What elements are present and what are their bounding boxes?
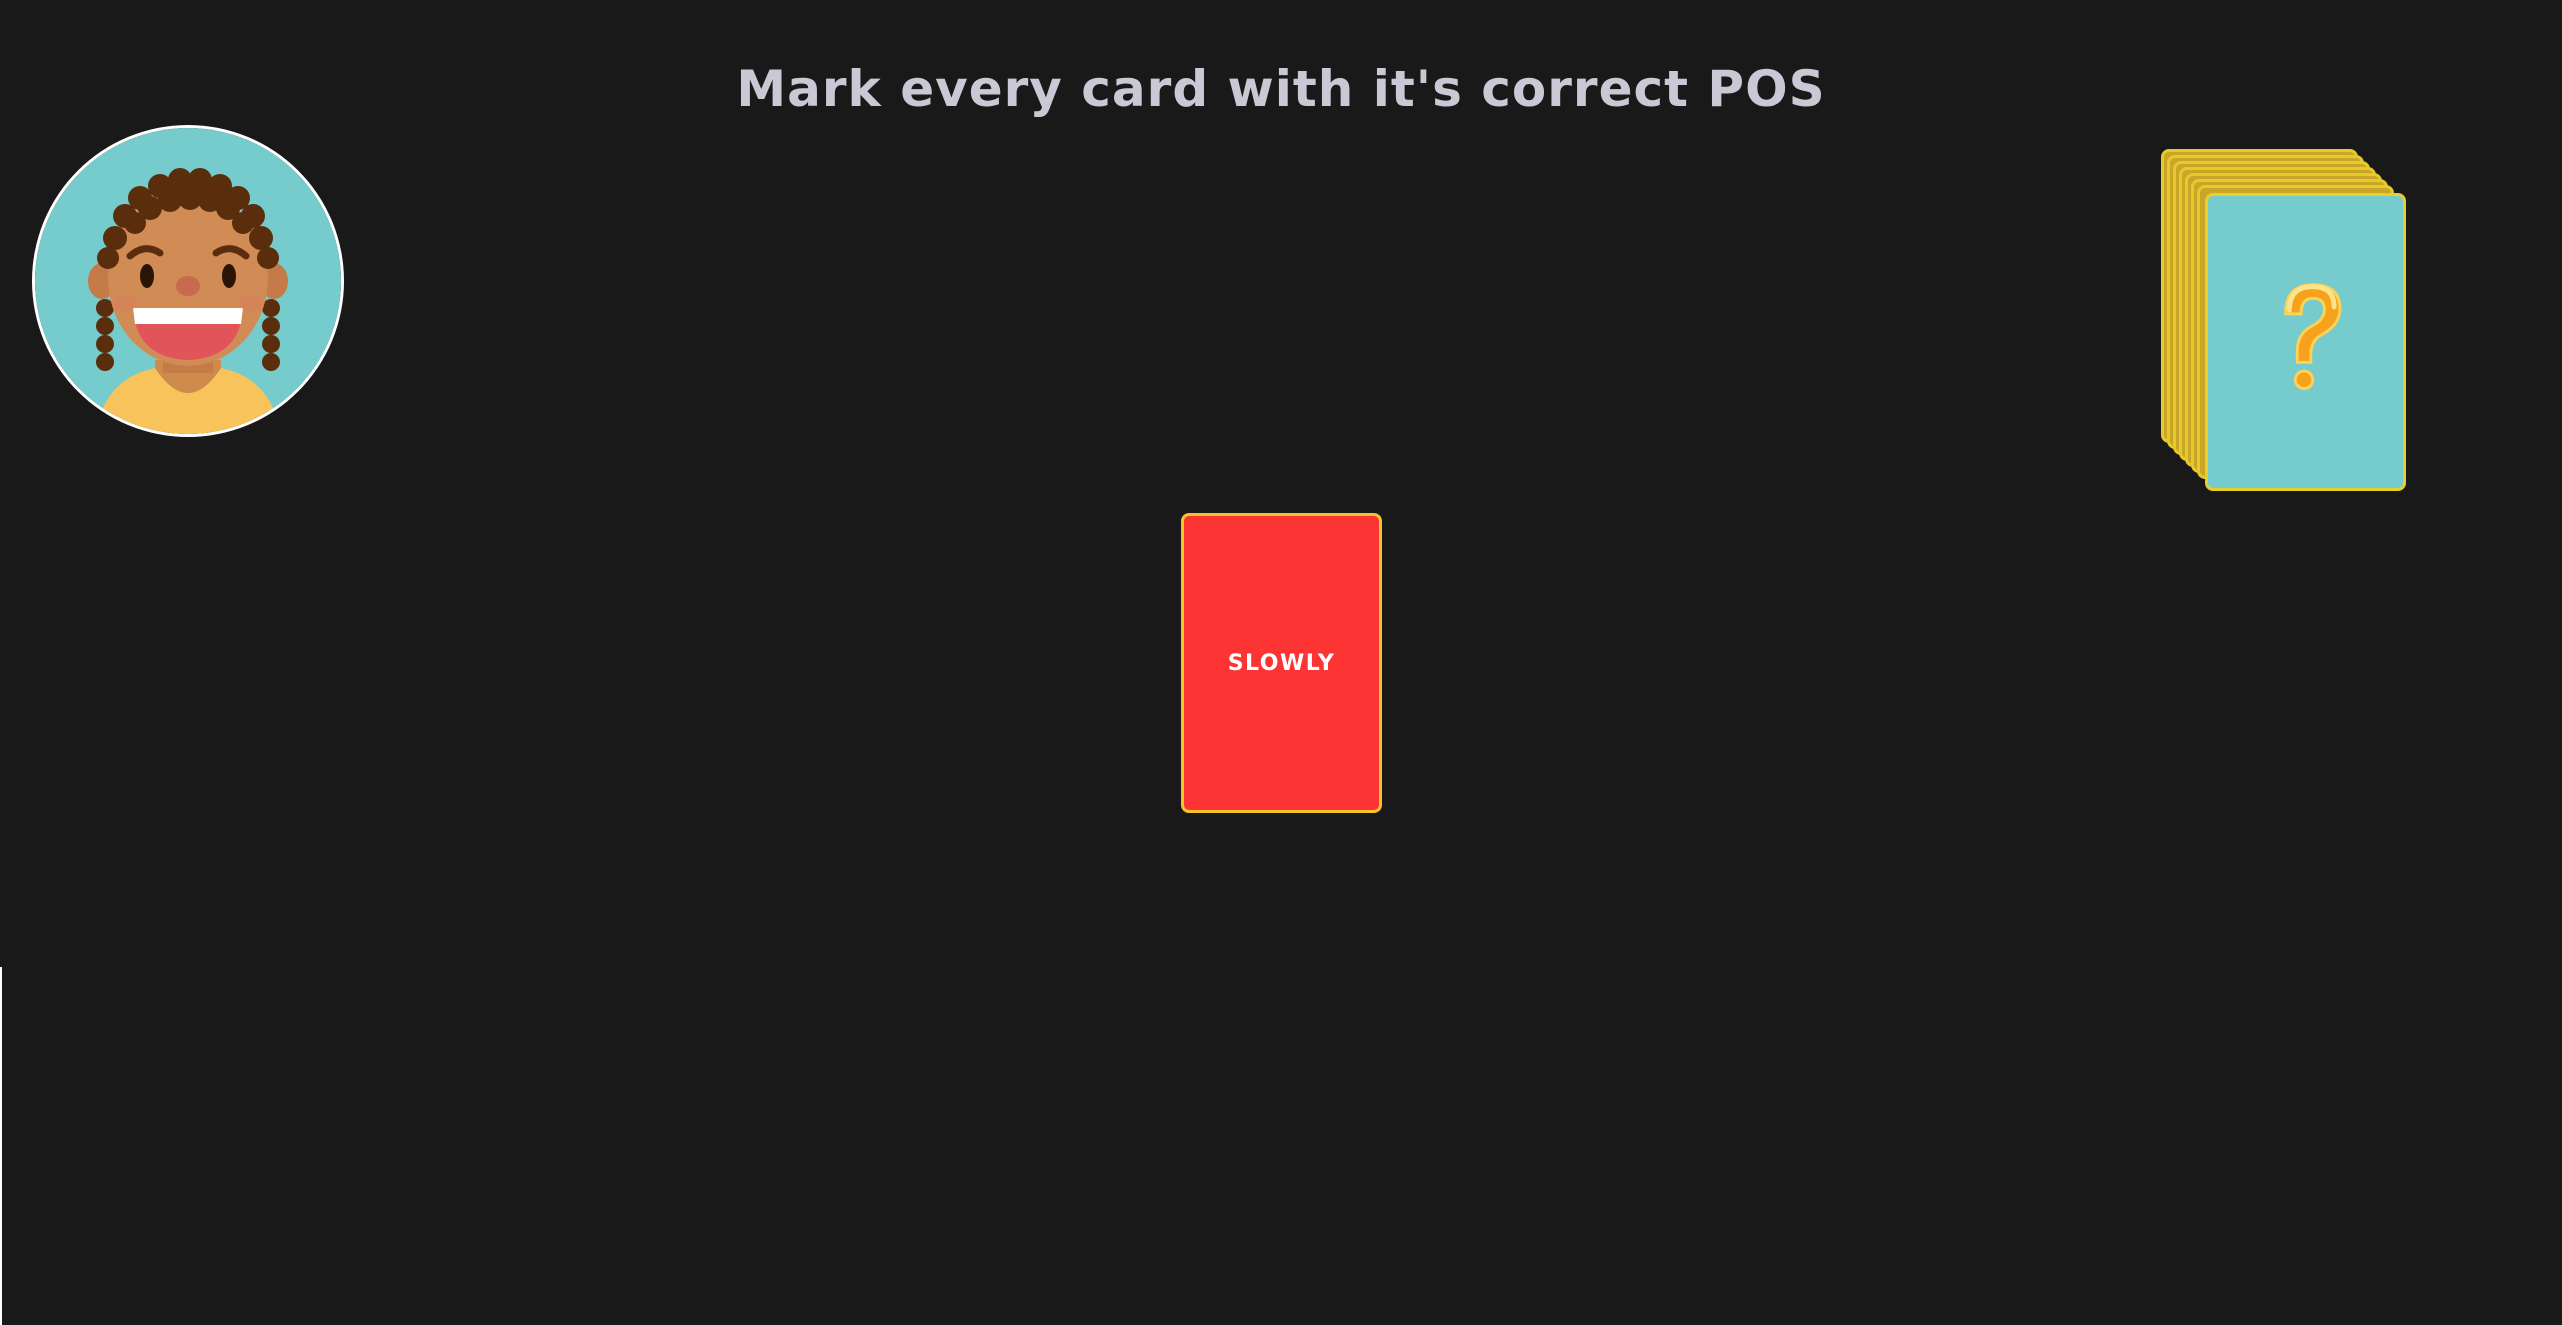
deck-top-card[interactable] <box>2205 193 2406 491</box>
instruction-title: Mark every card with it's correct POS <box>736 60 1826 118</box>
word-card-label: SLOWLY <box>1227 650 1336 676</box>
card-deck[interactable] <box>2155 145 2415 505</box>
smiling-girl-avatar-icon <box>35 128 341 434</box>
word-card[interactable]: SLOWLY <box>1181 513 1382 813</box>
player-avatar <box>35 128 341 434</box>
page-edge-strip <box>0 967 2 1325</box>
question-mark-icon <box>2284 283 2342 391</box>
